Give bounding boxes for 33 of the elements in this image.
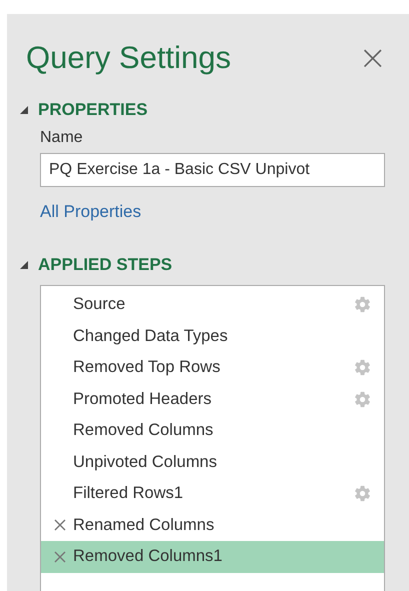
settings-icon[interactable] [354,359,371,376]
collapse-triangle-icon[interactable] [19,260,29,270]
step-item[interactable]: Removed Top Rows [41,352,384,384]
delete-icon[interactable] [54,550,66,563]
name-label: Name [40,129,84,147]
step-item[interactable]: Changed Data Types [41,320,384,352]
step-item[interactable]: Removed Columns [41,415,384,446]
delete-icon[interactable] [54,519,66,532]
step-item[interactable]: Filtered Rows1 [41,478,384,510]
all-properties-link[interactable]: All Properties [40,202,142,222]
step-label: Removed Top Rows [73,358,222,378]
name-field[interactable]: PQ Exercise 1a - Basic CSV Unpivot [40,153,385,187]
step-item[interactable]: Unpivoted Columns [41,446,384,478]
close-button[interactable]: × [358,41,387,75]
step-label: Removed Columns1 [73,547,224,566]
step-label: Removed Columns [73,421,214,440]
step-label: Unpivoted Columns [73,452,218,472]
step-item[interactable]: Removed Columns1 [41,541,384,572]
step-item[interactable]: Source [41,289,384,320]
step-label: Renamed Columns [73,516,216,535]
section-heading: APPLIED STEPS [38,255,172,275]
step-label: Promoted Headers [73,390,212,409]
step-label: Source [73,295,126,314]
settings-icon[interactable] [354,485,371,502]
step-label: Changed Data Types [73,326,229,346]
settings-icon[interactable] [354,296,371,314]
collapse-triangle-icon[interactable] [19,105,29,115]
panel-title: Query Settings [26,40,232,76]
section-heading: PROPERTIES [38,100,148,120]
step-label: Filtered Rows1 [73,484,184,504]
settings-icon[interactable] [354,390,371,408]
step-item[interactable]: Renamed Columns [41,510,384,541]
step-item[interactable]: Promoted Headers [41,384,384,415]
